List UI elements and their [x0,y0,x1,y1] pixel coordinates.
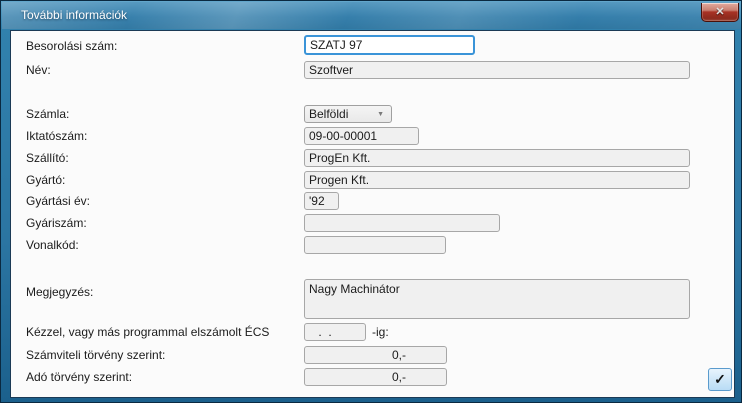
gyarto-label: Gyártó: [26,173,66,187]
close-button[interactable]: ✕ [701,3,739,22]
ado-label: Adó törvény szerint: [26,370,133,384]
vonalkod-input[interactable] [304,236,446,254]
gyarto-input[interactable] [304,171,690,189]
szamla-label: Számla: [26,107,70,121]
iktatoszam-label: Iktatószám: [26,129,88,143]
ecs-suffix-label: -ig: [372,325,389,339]
szamla-dropdown[interactable]: Belföldi ▼ [304,105,392,123]
gyartasi-ev-label: Gyártási év: [26,194,91,208]
ecs-date-input[interactable] [304,323,366,341]
szallito-input[interactable] [304,149,690,167]
vonalkod-label: Vonalkód: [26,238,79,252]
szamla-dropdown-value: Belföldi [309,107,349,121]
megjegyzes-label: Megjegyzés: [26,285,94,299]
besorolasi-szam-input[interactable] [304,35,475,55]
confirm-button[interactable]: ✓ [708,368,732,391]
szamviteli-input[interactable] [304,346,447,364]
gyariszam-label: Gyáriszám: [26,216,87,230]
dropdown-arrow-icon: ▼ [377,111,384,118]
nev-label: Név: [26,63,51,77]
gyariszam-input[interactable] [304,214,500,232]
titlebar[interactable]: További információk [2,2,740,29]
szamviteli-label: Számviteli törvény szerint: [26,348,166,362]
besorolasi-szam-label: Besorolási szám: [26,39,118,53]
megjegyzes-textarea[interactable]: Nagy Machinátor [304,279,690,319]
szallito-label: Szállító: [26,151,69,165]
close-icon: ✕ [715,5,725,18]
ado-input[interactable] [304,368,447,386]
iktatoszam-input[interactable] [304,127,419,145]
gyartasi-ev-input[interactable] [304,192,339,210]
window-title: További információk [21,8,128,22]
ecs-label: Kézzel, vagy más programmal elszámolt ÉC… [26,325,270,339]
dialog-window: További információk ✕ Besorolási szám: N… [0,0,742,403]
check-icon: ✓ [714,371,726,387]
dialog-content-panel: Besorolási szám: Név: Számla: Belföldi ▼… [10,30,735,398]
nev-input[interactable] [304,61,690,79]
